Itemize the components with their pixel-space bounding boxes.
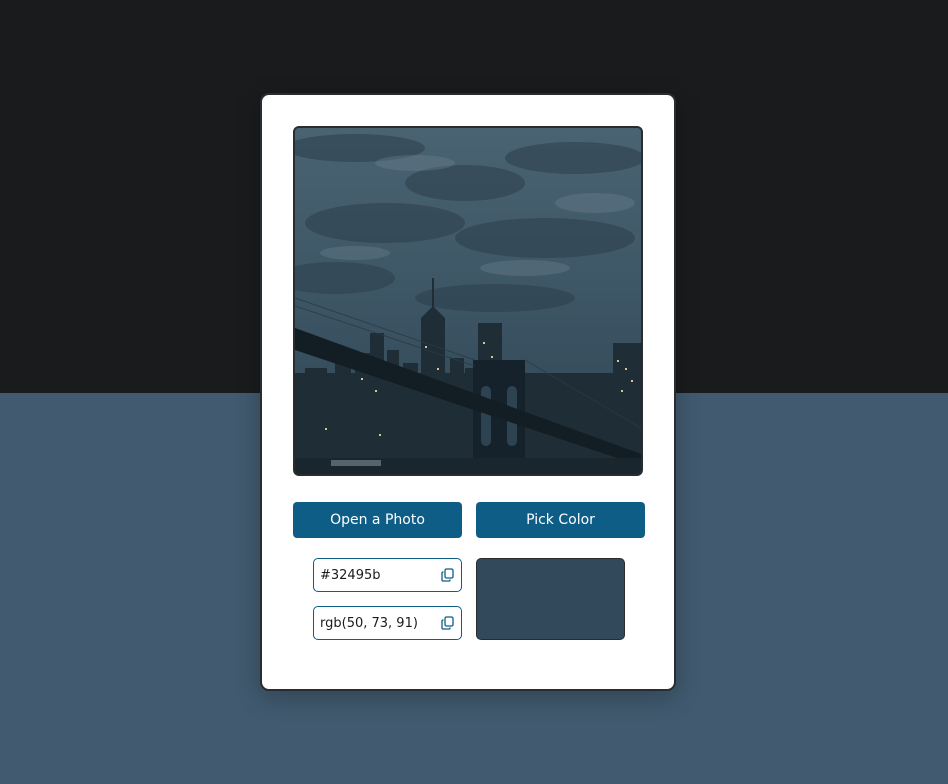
photo-preview[interactable]	[293, 126, 643, 476]
rgb-value-text: rgb(50, 73, 91)	[320, 615, 418, 631]
open-photo-button[interactable]: Open a Photo	[293, 502, 462, 538]
color-picker-card: Open a Photo Pick Color #32495b rgb(50, …	[260, 93, 676, 691]
copy-icon[interactable]	[439, 567, 455, 583]
copy-icon[interactable]	[439, 615, 455, 631]
hex-value-field[interactable]: #32495b	[313, 558, 462, 592]
color-swatch	[476, 558, 625, 640]
hex-value-text: #32495b	[320, 567, 381, 583]
pick-color-button[interactable]: Pick Color	[476, 502, 645, 538]
rgb-value-field[interactable]: rgb(50, 73, 91)	[313, 606, 462, 640]
